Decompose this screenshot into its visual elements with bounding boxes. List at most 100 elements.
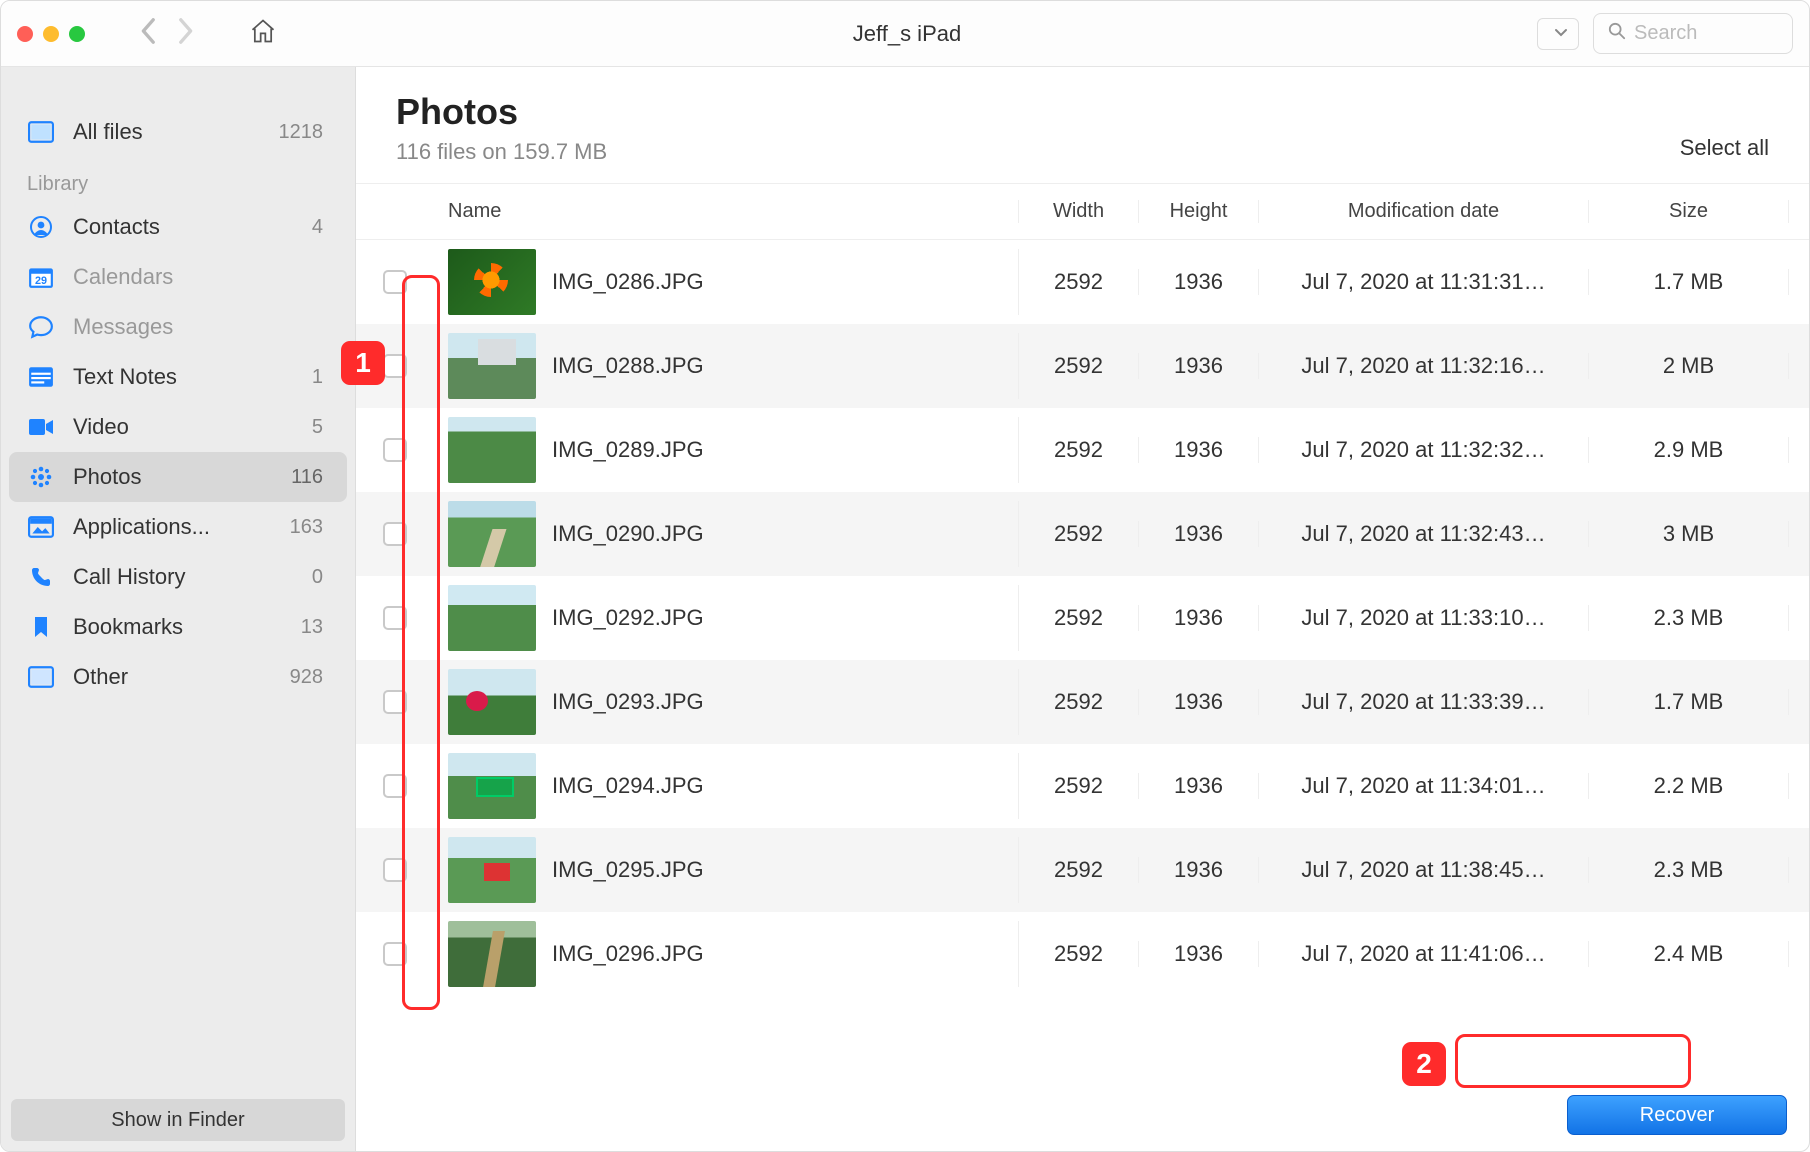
cell-size: 2 MB: [1589, 353, 1789, 379]
sidebar-item-count: 163: [290, 516, 329, 539]
cell-date: Jul 7, 2020 at 11:38:45…: [1259, 857, 1589, 883]
cell-size: 1.7 MB: [1589, 689, 1789, 715]
table-header: Name Width Height Modification date Size: [356, 184, 1809, 240]
nav-back-forward: [140, 17, 194, 50]
table-row[interactable]: IMG_0286.JPG25921936Jul 7, 2020 at 11:31…: [356, 240, 1809, 324]
sidebar-item-all-files[interactable]: All files 1218: [1, 107, 355, 157]
home-button[interactable]: [249, 17, 277, 50]
fullscreen-window-button[interactable]: [69, 26, 85, 42]
search-field[interactable]: [1593, 13, 1793, 54]
sidebar-item-bookmarks[interactable]: Bookmarks 13: [1, 602, 355, 652]
search-input[interactable]: [1634, 22, 1774, 45]
back-button[interactable]: [140, 17, 158, 50]
chevron-down-icon: [1554, 25, 1568, 43]
sidebar-item-call-history[interactable]: Call History 0: [1, 552, 355, 602]
title-bar: Jeff_s iPad: [1, 1, 1809, 67]
col-size[interactable]: Size: [1589, 200, 1789, 223]
file-table: Name Width Height Modification date Size…: [356, 184, 1809, 1079]
row-checkbox[interactable]: [383, 438, 407, 462]
sidebar-item-count: 928: [290, 666, 329, 689]
sidebar-section-header: Library: [1, 157, 355, 202]
cell-height: 1936: [1139, 521, 1259, 547]
row-checkbox[interactable]: [383, 606, 407, 630]
row-checkbox[interactable]: [383, 354, 407, 378]
messages-icon: [27, 315, 55, 339]
forward-button[interactable]: [176, 17, 194, 50]
thumbnail: [448, 417, 536, 483]
sidebar-item-label: All files: [73, 119, 143, 145]
col-date[interactable]: Modification date: [1259, 200, 1589, 223]
sidebar-item-photos[interactable]: Photos 116: [9, 452, 347, 502]
sidebar-item-text-notes[interactable]: Text Notes 1: [1, 352, 355, 402]
sidebar-item-label: Applications...: [73, 514, 210, 540]
col-width[interactable]: Width: [1019, 200, 1139, 223]
table-row[interactable]: IMG_0288.JPG25921936Jul 7, 2020 at 11:32…: [356, 324, 1809, 408]
file-name: IMG_0289.JPG: [552, 437, 704, 463]
sidebar-item-label: Other: [73, 664, 128, 690]
sidebar-item-label: Contacts: [73, 214, 160, 240]
sidebar-item-count: 4: [312, 216, 329, 239]
cell-date: Jul 7, 2020 at 11:32:43…: [1259, 521, 1589, 547]
cell-height: 1936: [1139, 605, 1259, 631]
table-row[interactable]: IMG_0290.JPG 25921936Jul 7, 2020 at 11:32…: [356, 492, 1809, 576]
sidebar-item-video[interactable]: Video 5: [1, 402, 355, 452]
col-height[interactable]: Height: [1139, 200, 1259, 223]
table-row[interactable]: IMG_0296.JPG25921936Jul 7, 2020 at 11:41…: [356, 912, 1809, 996]
row-checkbox[interactable]: [383, 522, 407, 546]
table-row[interactable]: IMG_0289.JPG25921936Jul 7, 2020 at 11:32…: [356, 408, 1809, 492]
sidebar-item-messages[interactable]: Messages: [1, 302, 355, 352]
row-checkbox[interactable]: [383, 774, 407, 798]
cell-height: 1936: [1139, 353, 1259, 379]
show-in-finder-button[interactable]: Show in Finder: [11, 1099, 345, 1141]
table-row[interactable]: IMG_0293.JPG25921936Jul 7, 2020 at 11:33…: [356, 660, 1809, 744]
cell-date: Jul 7, 2020 at 11:33:39…: [1259, 689, 1589, 715]
cell-width: 2592: [1019, 941, 1139, 967]
thumbnail: [448, 921, 536, 987]
sidebar: All files 1218 Library Contacts 4 29 Cal…: [1, 67, 356, 1151]
search-icon: [1608, 22, 1626, 45]
sidebar-item-contacts[interactable]: Contacts 4: [1, 202, 355, 252]
cell-width: 2592: [1019, 269, 1139, 295]
file-name: IMG_0296.JPG: [552, 941, 704, 967]
cell-width: 2592: [1019, 605, 1139, 631]
cell-size: 1.7 MB: [1589, 269, 1789, 295]
table-row[interactable]: IMG_0295.JPG25921936Jul 7, 2020 at 11:38…: [356, 828, 1809, 912]
content-footer: Recover: [356, 1079, 1809, 1151]
sidebar-item-label: Bookmarks: [73, 614, 183, 640]
phone-icon: [27, 565, 55, 589]
file-name: IMG_0292.JPG: [552, 605, 704, 631]
table-row[interactable]: IMG_0294.JPG25921936Jul 7, 2020 at 11:34…: [356, 744, 1809, 828]
main-panel: Photos 116 files on 159.7 MB Select all …: [356, 67, 1809, 1151]
table-row[interactable]: IMG_0292.JPG25921936Jul 7, 2020 at 11:33…: [356, 576, 1809, 660]
sidebar-item-other[interactable]: Other 928: [1, 652, 355, 702]
file-name: IMG_0286.JPG: [552, 269, 704, 295]
svg-text:29: 29: [35, 275, 47, 287]
file-name: IMG_0290.JPG: [552, 521, 704, 547]
table-body: IMG_0286.JPG25921936Jul 7, 2020 at 11:31…: [356, 240, 1809, 1079]
row-checkbox[interactable]: [383, 690, 407, 714]
sidebar-item-calendars[interactable]: 29 Calendars: [1, 252, 355, 302]
row-checkbox[interactable]: [383, 270, 407, 294]
row-checkbox[interactable]: [383, 942, 407, 966]
select-all-button[interactable]: Select all: [1680, 135, 1769, 165]
video-icon: [27, 415, 55, 439]
col-name[interactable]: Name: [434, 200, 1019, 223]
sidebar-item-count: 116: [291, 466, 329, 489]
row-checkbox[interactable]: [383, 858, 407, 882]
window-controls: [17, 26, 85, 42]
recover-button[interactable]: Recover: [1567, 1095, 1787, 1135]
cell-width: 2592: [1019, 521, 1139, 547]
cell-date: Jul 7, 2020 at 11:32:32…: [1259, 437, 1589, 463]
view-mode-dropdown[interactable]: [1537, 18, 1579, 50]
sidebar-item-count: 1218: [279, 121, 330, 144]
thumbnail: [448, 669, 536, 735]
cell-size: 2.9 MB: [1589, 437, 1789, 463]
sidebar-item-applications[interactable]: Applications... 163: [1, 502, 355, 552]
minimize-window-button[interactable]: [43, 26, 59, 42]
calendar-icon: 29: [27, 265, 55, 289]
contacts-icon: [27, 215, 55, 239]
close-window-button[interactable]: [17, 26, 33, 42]
notes-icon: [27, 365, 55, 389]
cell-width: 2592: [1019, 353, 1139, 379]
sidebar-item-label: Messages: [73, 314, 173, 340]
